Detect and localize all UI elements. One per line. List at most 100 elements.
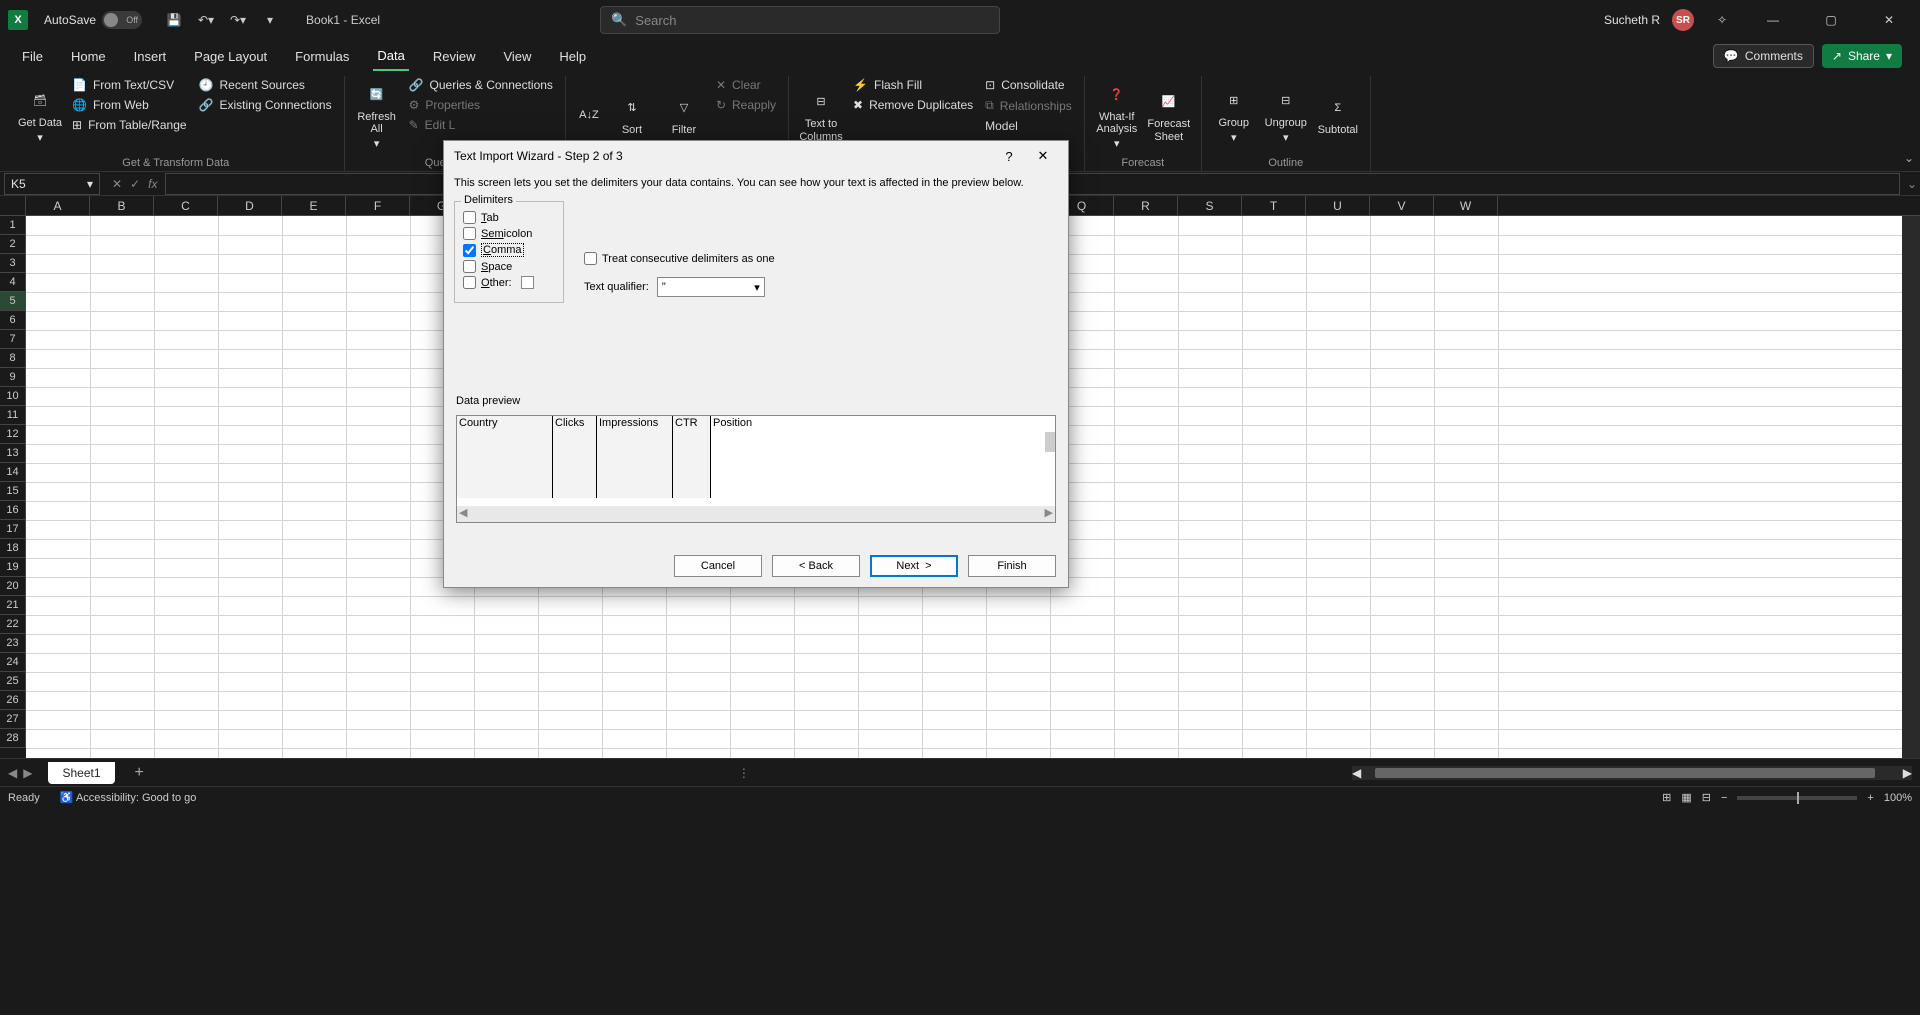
row-header-10[interactable]: 10 [0, 387, 26, 406]
cancel-button[interactable]: Cancel [674, 555, 762, 577]
relationships-button[interactable]: ⧉ Relationships [981, 96, 1076, 115]
preview-h-scroll[interactable]: ◀▶ [457, 506, 1055, 522]
from-table-range-button[interactable]: ⊞ From Table/Range [68, 116, 191, 134]
remove-duplicates-button[interactable]: ✖ Remove Duplicates [849, 96, 977, 114]
horizontal-scrollbar[interactable]: ◀ ▶ [1352, 766, 1912, 780]
delimiter-comma-checkbox[interactable]: Comma [463, 243, 555, 257]
share-button[interactable]: ↗ Share ▾ [1822, 44, 1902, 68]
recent-sources-button[interactable]: 🕘 Recent Sources [195, 76, 336, 94]
delimiter-semicolon-checkbox[interactable]: Semicolon [463, 227, 555, 240]
row-header-5[interactable]: 5 [0, 292, 26, 311]
from-web-button[interactable]: 🌐 From Web [68, 96, 191, 114]
formula-enter-icon[interactable]: ✓ [130, 177, 140, 191]
tab-file[interactable]: File [18, 43, 47, 70]
undo-icon[interactable]: ↶▾ [192, 6, 220, 34]
row-header-28[interactable]: 28 [0, 729, 26, 748]
formula-expand-icon[interactable]: ⌄ [1904, 177, 1920, 191]
delimiter-other-checkbox[interactable]: Other: [463, 276, 555, 289]
row-header-11[interactable]: 11 [0, 406, 26, 425]
tab-page-layout[interactable]: Page Layout [190, 43, 271, 70]
row-header-7[interactable]: 7 [0, 330, 26, 349]
column-header-T[interactable]: T [1242, 196, 1306, 215]
flash-fill-button[interactable]: ⚡ Flash Fill [849, 76, 977, 94]
tab-data[interactable]: Data [373, 42, 408, 71]
qat-overflow-icon[interactable]: ▾ [256, 6, 284, 34]
row-header-3[interactable]: 3 [0, 254, 26, 273]
maximize-button[interactable]: ▢ [1808, 0, 1854, 40]
ribbon-collapse-button[interactable]: ⌄ [1904, 151, 1914, 165]
user-avatar[interactable]: SR [1672, 9, 1694, 31]
row-header-4[interactable]: 4 [0, 273, 26, 292]
row-header-1[interactable]: 1 [0, 216, 26, 235]
view-page-break-icon[interactable]: ⊟ [1702, 791, 1711, 804]
column-header-C[interactable]: C [154, 196, 218, 215]
consolidate-button[interactable]: ⊡ Consolidate [981, 76, 1076, 94]
h-scroll-thumb[interactable] [1375, 768, 1875, 778]
column-header-B[interactable]: B [90, 196, 154, 215]
vertical-scrollbar[interactable] [1902, 216, 1920, 758]
autosave-toggle[interactable]: AutoSave Off [44, 11, 142, 29]
zoom-level[interactable]: 100% [1884, 792, 1912, 804]
edit-links-button[interactable]: ✎ Edit L [405, 116, 557, 134]
forecast-sheet-button[interactable]: 📈Forecast Sheet [1145, 76, 1193, 155]
tab-view[interactable]: View [499, 43, 535, 70]
view-normal-icon[interactable]: ⊞ [1662, 791, 1671, 804]
delimiter-space-checkbox[interactable]: Space [463, 260, 555, 273]
add-sheet-button[interactable]: + [135, 764, 144, 782]
row-header-19[interactable]: 19 [0, 558, 26, 577]
row-header-2[interactable]: 2 [0, 235, 26, 254]
dialog-close-button[interactable]: ✕ [1028, 143, 1058, 169]
row-header-13[interactable]: 13 [0, 444, 26, 463]
clear-button[interactable]: ✕ Clear [712, 76, 780, 94]
sheet-prev-icon[interactable]: ◀ [8, 766, 17, 780]
sheet-tab-sheet1[interactable]: Sheet1 [48, 762, 114, 784]
column-header-A[interactable]: A [26, 196, 90, 215]
group-button[interactable]: ⊞Group ▾ [1210, 76, 1258, 155]
view-page-layout-icon[interactable]: ▦ [1681, 791, 1691, 804]
row-header-23[interactable]: 23 [0, 634, 26, 653]
row-header-26[interactable]: 26 [0, 691, 26, 710]
finish-button[interactable]: Finish [968, 555, 1056, 577]
data-model-button[interactable]: Model [981, 117, 1076, 135]
row-header-25[interactable]: 25 [0, 672, 26, 691]
tab-help[interactable]: Help [555, 43, 590, 70]
row-header-22[interactable]: 22 [0, 615, 26, 634]
row-header-21[interactable]: 21 [0, 596, 26, 615]
back-button[interactable]: < Back [772, 555, 860, 577]
name-box[interactable]: K5▾ [4, 173, 100, 195]
scroll-left-icon[interactable]: ◀ [1352, 766, 1361, 780]
row-header-6[interactable]: 6 [0, 311, 26, 330]
minimize-button[interactable]: — [1750, 0, 1796, 40]
autosave-pill[interactable]: Off [102, 11, 142, 29]
save-icon[interactable]: 💾 [160, 6, 188, 34]
properties-button[interactable]: ⚙ Properties [405, 96, 557, 114]
scroll-right-icon[interactable]: ▶ [1903, 766, 1912, 780]
row-header-27[interactable]: 27 [0, 710, 26, 729]
delimiter-other-input[interactable] [521, 276, 534, 289]
row-header-9[interactable]: 9 [0, 368, 26, 387]
redo-icon[interactable]: ↷▾ [224, 6, 252, 34]
zoom-out-icon[interactable]: − [1721, 792, 1727, 804]
text-qualifier-combo[interactable]: "▾ [657, 277, 765, 297]
name-box-dropdown-icon[interactable]: ▾ [87, 177, 93, 191]
accessibility-status[interactable]: ♿ Accessibility: Good to go [60, 791, 197, 804]
zoom-slider[interactable] [1737, 796, 1857, 800]
column-header-V[interactable]: V [1370, 196, 1434, 215]
next-button[interactable]: Next > [870, 555, 958, 577]
ungroup-button[interactable]: ⊟Ungroup ▾ [1262, 76, 1310, 155]
column-header-D[interactable]: D [218, 196, 282, 215]
delimiter-tab-checkbox[interactable]: Tab [463, 211, 555, 224]
existing-connections-button[interactable]: 🔗 Existing Connections [195, 96, 336, 114]
tab-review[interactable]: Review [429, 43, 480, 70]
dialog-help-button[interactable]: ? [994, 143, 1024, 169]
column-header-E[interactable]: E [282, 196, 346, 215]
column-header-W[interactable]: W [1434, 196, 1498, 215]
search-box[interactable]: 🔍 Search [600, 6, 1000, 34]
row-header-24[interactable]: 24 [0, 653, 26, 672]
coming-soon-icon[interactable]: ✧ [1708, 6, 1736, 34]
what-if-button[interactable]: ❓What-If Analysis ▾ [1093, 76, 1141, 155]
formula-cancel-icon[interactable]: ✕ [112, 177, 122, 191]
close-window-button[interactable]: ✕ [1866, 0, 1912, 40]
zoom-in-icon[interactable]: + [1867, 792, 1873, 804]
row-header-8[interactable]: 8 [0, 349, 26, 368]
